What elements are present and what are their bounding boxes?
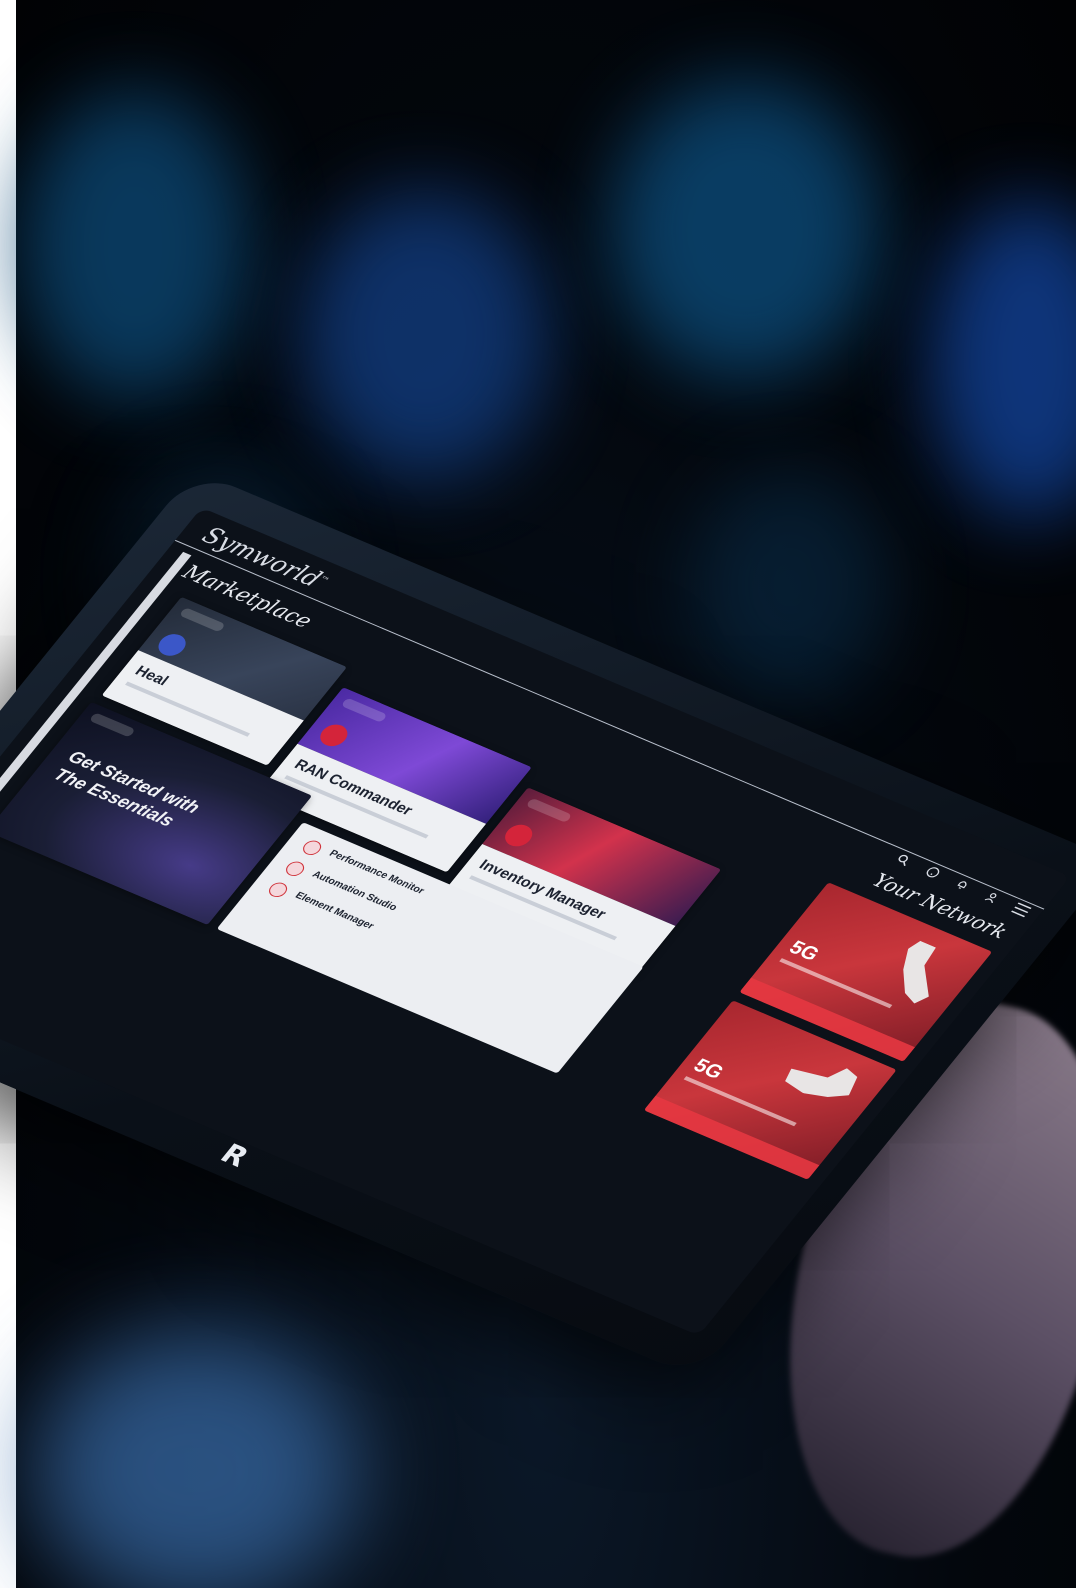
app-icon [282,859,308,879]
category-tag [525,797,573,824]
bokeh-light [610,80,880,380]
state-map-shape [877,939,960,1006]
app-logo [314,720,353,750]
state-map-shape [780,1051,865,1108]
app-logo [499,821,538,850]
app-icon [265,880,291,900]
essentials-title: Get Started with The Essentials [49,746,205,835]
category-tag [178,607,226,633]
bokeh-light [20,90,250,400]
network-action-bar[interactable] [643,1095,820,1180]
bokeh-light [690,470,890,700]
bokeh-light [930,200,1076,520]
device-logo: R [213,1137,256,1174]
bokeh-light [30,1330,360,1588]
photo-scene: Symworld™ Marketplace Your Network Heal … [0,0,1076,1588]
category-tag [340,697,388,723]
app-logo [153,630,191,660]
bokeh-light [300,190,550,480]
app-icon [299,838,325,858]
category-tag [88,712,136,738]
